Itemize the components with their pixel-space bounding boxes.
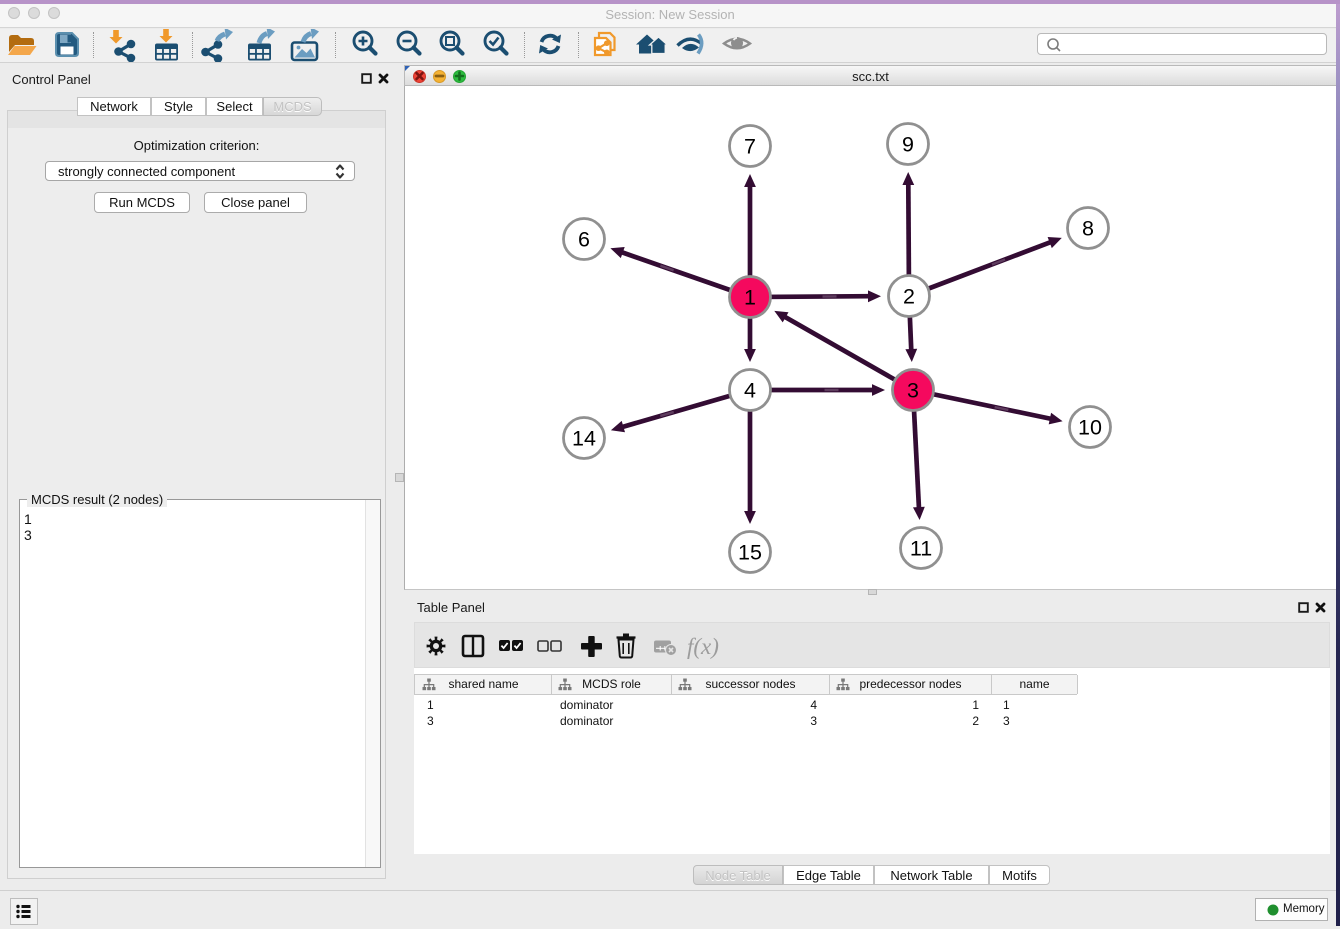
svg-text:4: 4 [744, 379, 756, 403]
svg-text:9: 9 [902, 133, 914, 157]
svg-text:f(x): f(x) [687, 634, 719, 659]
svg-text:2: 2 [903, 285, 915, 309]
svg-text:8: 8 [1082, 217, 1094, 241]
svg-text:10: 10 [1078, 416, 1102, 440]
svg-text:1: 1 [744, 286, 756, 310]
svg-text:6: 6 [578, 228, 590, 252]
svg-text:11: 11 [910, 537, 932, 561]
svg-text:14: 14 [572, 427, 596, 451]
svg-text:15: 15 [738, 541, 762, 565]
svg-text:7: 7 [744, 135, 756, 159]
svg-text:3: 3 [907, 379, 919, 403]
